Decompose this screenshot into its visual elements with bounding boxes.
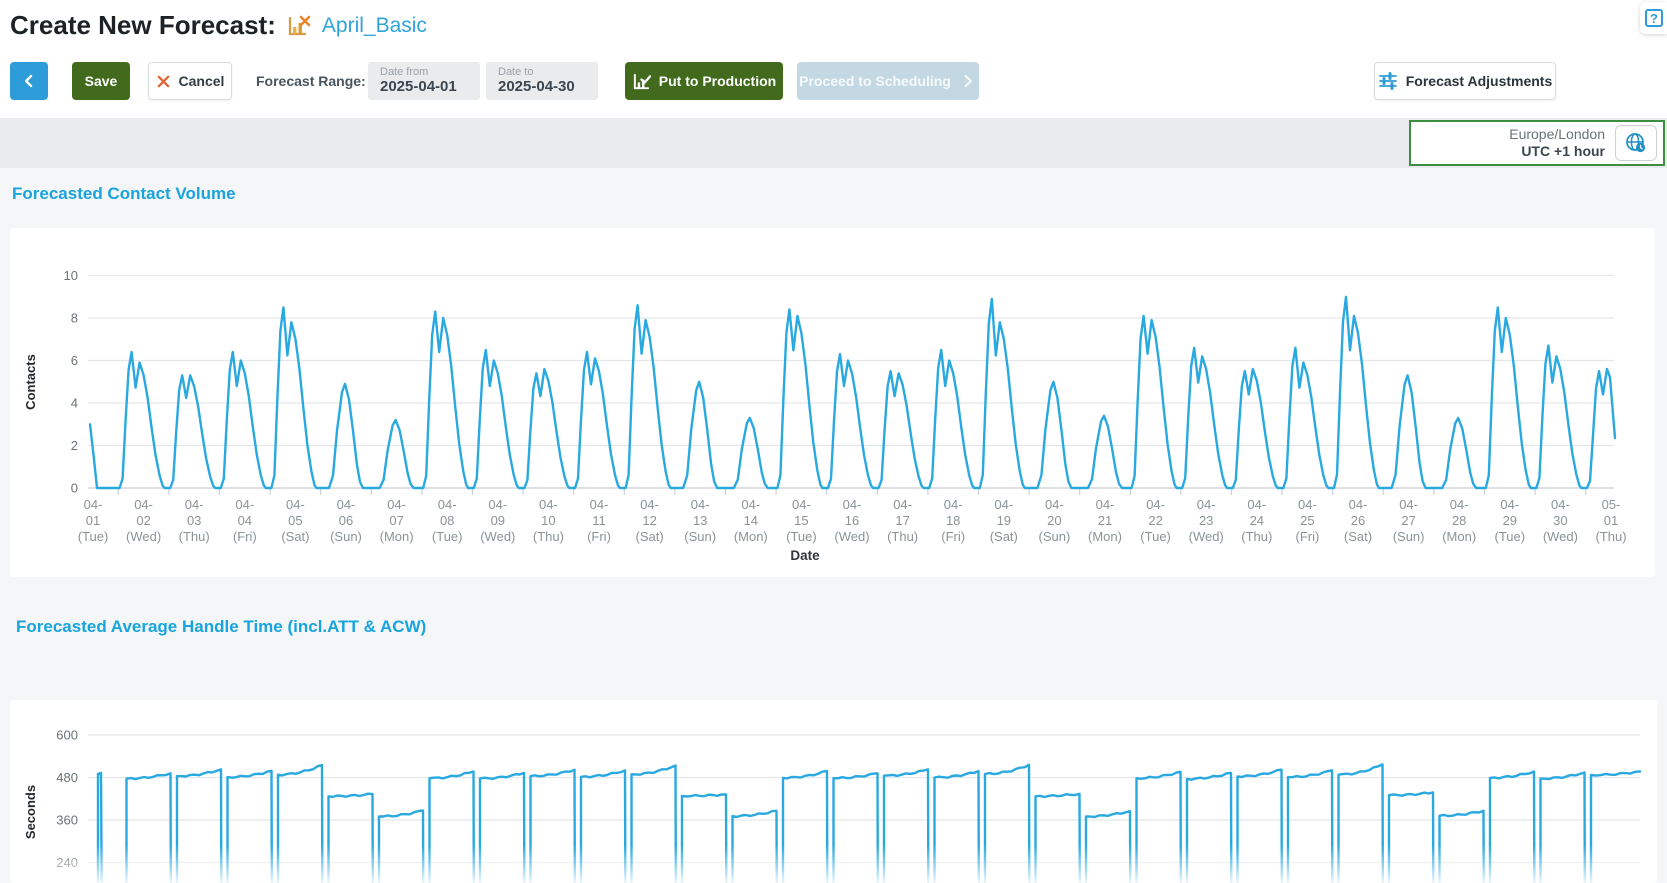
svg-text:04-24(Thu): 04-24(Thu) (1241, 497, 1272, 544)
svg-text:Seconds: Seconds (23, 785, 38, 839)
svg-text:04-06(Sun): 04-06(Sun) (330, 497, 362, 544)
svg-text:8: 8 (71, 311, 78, 326)
forecast-adjustments-button[interactable]: Forecast Adjustments (1374, 62, 1556, 100)
date-to-field[interactable]: Date to 2025-04-30 (486, 62, 598, 100)
svg-text:04-14(Mon): 04-14(Mon) (734, 497, 768, 544)
page-title: Create New Forecast: April_Basic (10, 10, 427, 41)
date-from-field[interactable]: Date from 2025-04-01 (368, 62, 480, 100)
save-button-label: Save (85, 73, 118, 89)
forecast-adjustments-label: Forecast Adjustments (1406, 73, 1553, 89)
svg-text:Date: Date (790, 548, 820, 563)
svg-text:04-13(Sun): 04-13(Sun) (684, 497, 716, 544)
sliders-icon (1378, 72, 1398, 90)
svg-text:04-26(Sat): 04-26(Sat) (1344, 497, 1372, 544)
put-to-production-label: Put to Production (659, 73, 776, 89)
svg-text:04-09(Wed): 04-09(Wed) (480, 497, 515, 544)
aht-chart[interactable]: 600 480 360 240 Seconds (10, 700, 1657, 883)
svg-text:04-27(Sun): 04-27(Sun) (1393, 497, 1425, 544)
contact-volume-chart-card: 0 2 4 6 8 10 Contacts 04-01(Tue) 04-02(Wed) 04-03… (10, 228, 1655, 577)
timezone-globe-button[interactable] (1615, 125, 1657, 161)
svg-text:04-05(Sat): 04-05(Sat) (281, 497, 309, 544)
svg-text:04-15(Tue): 04-15(Tue) (786, 497, 817, 544)
svg-text:2: 2 (71, 438, 78, 453)
svg-text:04-23(Wed): 04-23(Wed) (1189, 497, 1224, 544)
svg-text:05-01(Thu): 05-01(Thu) (1595, 497, 1626, 544)
svg-text:04-10(Thu): 04-10(Thu) (533, 497, 564, 544)
svg-text:04-20(Sun): 04-20(Sun) (1039, 497, 1071, 544)
svg-text:04-16(Wed): 04-16(Wed) (834, 497, 869, 544)
svg-text:04-22(Tue): 04-22(Tue) (1140, 497, 1171, 544)
svg-text:0: 0 (71, 481, 78, 496)
page-title-text: Create New Forecast: (10, 10, 276, 41)
svg-text:04-18(Fri): 04-18(Fri) (941, 497, 965, 544)
svg-text:04-28(Mon): 04-28(Mon) (1442, 497, 1476, 544)
put-to-production-button[interactable]: Put to Production (625, 62, 783, 100)
aht-section-title: Forecasted Average Handle Time (incl.ATT… (16, 617, 426, 637)
svg-text:04-19(Sat): 04-19(Sat) (990, 497, 1018, 544)
svg-text:4: 4 (71, 396, 78, 411)
svg-text:04-11(Fri): 04-11(Fri) (587, 497, 611, 544)
forecast-name-link[interactable]: April_Basic (322, 14, 427, 38)
contact-volume-chart[interactable]: 0 2 4 6 8 10 Contacts 04-01(Tue) 04-02(Wed) 04-03… (10, 228, 1655, 577)
svg-text:10: 10 (64, 268, 78, 283)
svg-text:04-25(Fri): 04-25(Fri) (1295, 497, 1319, 544)
production-chart-check-icon (632, 72, 651, 91)
svg-text:240: 240 (56, 855, 78, 870)
svg-text:04-01(Tue): 04-01(Tue) (78, 497, 109, 544)
date-from-value: 2025-04-01 (380, 78, 480, 96)
forecast-range-label: Forecast Range: (256, 62, 366, 100)
proceed-to-scheduling-button[interactable]: Proceed to Scheduling (797, 62, 979, 100)
date-from-placeholder: Date from (380, 66, 480, 78)
svg-text:04-29(Tue): 04-29(Tue) (1495, 497, 1526, 544)
cancel-button[interactable]: Cancel (148, 62, 232, 100)
timezone-offset: UTC +1 hour (1509, 143, 1605, 160)
svg-text:04-17(Thu): 04-17(Thu) (887, 497, 918, 544)
svg-text:480: 480 (56, 770, 78, 785)
svg-text:360: 360 (56, 813, 78, 828)
chevron-left-icon (19, 71, 39, 91)
help-icon: ? (1645, 9, 1663, 27)
help-button[interactable]: ? (1640, 2, 1667, 34)
svg-text:04-02(Wed): 04-02(Wed) (126, 497, 161, 544)
aht-chart-card: 600 480 360 240 Seconds (10, 700, 1657, 883)
close-icon (156, 74, 171, 89)
svg-text:04-04(Fri): 04-04(Fri) (233, 497, 257, 544)
proceed-to-scheduling-label: Proceed to Scheduling (799, 73, 951, 89)
svg-text:04-21(Mon): 04-21(Mon) (1088, 497, 1122, 544)
save-button[interactable]: Save (72, 62, 130, 100)
timezone-zone: Europe/London (1509, 126, 1605, 143)
contact-volume-section-title: Forecasted Contact Volume (12, 184, 236, 204)
globe-clock-icon (1624, 131, 1648, 155)
timezone-box: Europe/London UTC +1 hour (1409, 120, 1665, 166)
svg-text:04-07(Mon): 04-07(Mon) (380, 497, 414, 544)
svg-text:Contacts: Contacts (23, 354, 38, 410)
forecast-icon (286, 13, 312, 39)
chevron-right-icon (959, 72, 977, 90)
svg-text:04-30(Wed): 04-30(Wed) (1543, 497, 1578, 544)
cancel-button-label: Cancel (179, 73, 225, 89)
date-to-placeholder: Date to (498, 66, 598, 78)
svg-text:04-12(Sat): 04-12(Sat) (636, 497, 664, 544)
svg-text:04-03(Thu): 04-03(Thu) (179, 497, 210, 544)
svg-text:04-08(Tue): 04-08(Tue) (432, 497, 463, 544)
back-button[interactable] (10, 62, 48, 100)
date-to-value: 2025-04-30 (498, 78, 598, 96)
svg-text:600: 600 (56, 728, 78, 743)
svg-text:6: 6 (71, 353, 78, 368)
